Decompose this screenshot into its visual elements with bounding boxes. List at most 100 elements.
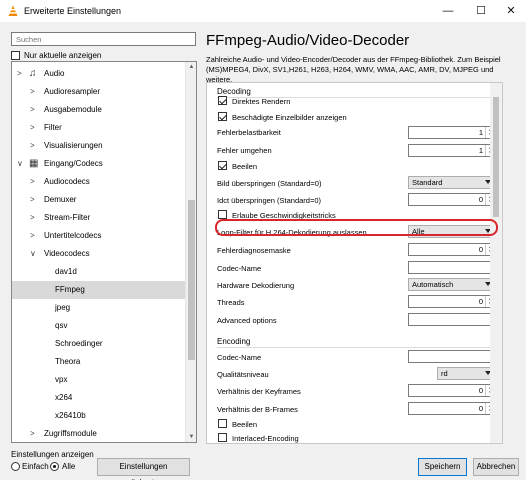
codec-name-label: Codec-Name [217,264,262,273]
encoding-group-title: Encoding [217,337,251,346]
group-divider [217,347,494,348]
save-button[interactable]: Speichern [418,458,467,476]
interlaced-checkbox[interactable] [218,433,227,442]
workaround-bugs-label: Fehler umgehen [217,146,272,155]
workaround-bugs-spinbox[interactable]: 1 ▲▼ [408,144,496,157]
show-corrupted-checkbox[interactable] [218,112,227,121]
tree-item-qsv[interactable]: qsv [12,317,186,335]
chevron-right-icon[interactable]: > [30,105,35,114]
codec-name-field[interactable] [408,261,496,274]
settings-scrollbar[interactable] [490,83,502,443]
tree-item-x26410b[interactable]: x26410b [12,407,186,425]
chevron-right-icon[interactable]: > [30,141,35,150]
category-tree[interactable]: > ♫ Audio > Audioresampler > Ausgabemodu… [11,61,197,443]
tree-item-label: FFmpeg [55,285,85,294]
chevron-down-icon[interactable]: ∨ [30,249,36,258]
tree-item-vpx[interactable]: vpx [12,371,186,389]
chevron-right-icon[interactable]: > [30,87,35,96]
tree-item-label: Filter [44,123,62,132]
enc-codec-name-field[interactable] [408,350,496,363]
tree-item-label: Theora [55,357,81,366]
dropdown-value: Standard [412,178,443,187]
skip-frame-dropdown[interactable]: Standard [408,176,496,189]
quality-dropdown[interactable]: rd [437,367,496,380]
tree-item-jpeg[interactable]: jpeg [12,299,186,317]
tree-item-label: vpx [55,375,68,384]
tree-item-visualisierungen[interactable]: > Visualisierungen [12,137,186,155]
allow-speed-tricks-checkbox[interactable] [218,210,227,219]
threads-spinbox[interactable]: 0 ▲▼ [408,295,496,308]
bframe-ratio-spinbox[interactable]: 0 ▲▼ [408,402,496,415]
tree-item-dav1d[interactable]: dav1d [12,263,186,281]
vlc-cone-icon [8,5,18,16]
tree-item-label: jpeg [55,303,71,312]
tree-item-demuxer[interactable]: > Demuxer [12,191,186,209]
radio-all-label: Alle [62,462,76,471]
spinbox-value: 0 [478,404,483,413]
tree-item-audio[interactable]: > ♫ Audio [12,65,186,83]
reset-settings-button[interactable]: Einstellungen zurücksetzen [97,458,190,480]
tree-item-label: Visualisierungen [44,141,103,150]
scrollbar-thumb[interactable] [493,97,499,217]
chevron-right-icon[interactable]: > [30,123,35,132]
tree-item-eingang-codecs[interactable]: ∨ ▦ Eingang/Codecs [12,155,186,173]
debug-mask-label: Fehlerdiagnosemaske [217,246,291,255]
chevron-down-icon[interactable]: ∨ [17,159,23,168]
chevron-right-icon[interactable]: > [30,195,35,204]
tree-item-label: Eingang/Codecs [44,159,103,168]
chevron-right-icon[interactable]: > [30,213,35,222]
hw-decoding-dropdown[interactable]: Automatisch [408,278,496,291]
scroll-down-arrow-icon[interactable]: ▼ [186,432,196,442]
tree-item-label: Zugriffsmodule [44,429,97,438]
minimize-button[interactable]: — [433,2,463,20]
enc-hurry-up-label: Beeilen [232,420,258,429]
settings-panel: Decoding Direktes Rendern Beschädigte Ei… [206,82,503,444]
only-current-label: Nur aktuelle anzeigen [24,51,102,60]
maximize-button[interactable]: ☐ [466,2,496,20]
tree-item-x264[interactable]: x264 [12,389,186,407]
scroll-up-arrow-icon[interactable]: ▲ [186,62,196,72]
chevron-right-icon[interactable]: > [30,429,35,438]
tree-item-stream-filter[interactable]: > Stream-Filter [12,209,186,227]
quality-label: Qualitätsniveau [217,370,269,379]
hurry-up-checkbox[interactable] [218,161,227,170]
tree-item-filter[interactable]: > Filter [12,119,186,137]
keyframe-ratio-label: Verhältnis der Keyframes [217,387,301,396]
direct-render-checkbox[interactable] [218,96,227,105]
tree-item-zugriffsmodule[interactable]: > Zugriffsmodule [12,425,186,442]
error-resilience-spinbox[interactable]: 1 ▲▼ [408,126,496,139]
tree-item-untertitelcodecs[interactable]: > Untertitelcodecs [12,227,186,245]
tree-item-label: Audio [44,69,65,78]
tree-item-audioresampler[interactable]: > Audioresampler [12,83,186,101]
tree-item-ausgabemodule[interactable]: > Ausgabemodule [12,101,186,119]
chevron-right-icon[interactable]: > [30,177,35,186]
skip-idct-spinbox[interactable]: 0 ▲▼ [408,193,496,206]
tree-item-videocodecs[interactable]: ∨ Videocodecs [12,245,186,263]
enc-hurry-up-checkbox[interactable] [218,419,227,428]
tree-item-ffmpeg[interactable]: FFmpeg [12,281,186,299]
keyframe-ratio-spinbox[interactable]: 0 ▲▼ [408,384,496,397]
radio-all[interactable] [50,462,59,471]
show-corrupted-label: Beschädigte Einzelbilder anzeigen [232,113,347,122]
decoding-group-title: Decoding [217,87,251,96]
tree-item-audiocodecs[interactable]: > Audiocodecs [12,173,186,191]
tree-item-schroedinger[interactable]: Schroedinger [12,335,186,353]
spinbox-value: 0 [478,245,483,254]
search-input[interactable] [11,32,196,46]
music-note-icon: ♫ [29,68,37,79]
codec-icon: ▦ [29,158,39,169]
radio-simple[interactable] [11,462,20,471]
cancel-button[interactable]: Abbrechen [473,458,519,476]
highlight-annotation [215,219,498,236]
show-settings-label: Einstellungen anzeigen [11,450,94,459]
tree-scrollbar[interactable]: ▲ ▼ [185,62,196,442]
chevron-right-icon[interactable]: > [30,231,35,240]
scrollbar-thumb[interactable] [188,200,195,360]
debug-mask-spinbox[interactable]: 0 ▲▼ [408,243,496,256]
close-button[interactable]: ✕ [496,2,526,20]
advanced-options-field[interactable] [408,313,496,326]
bframe-ratio-label: Verhältnis der B-Frames [217,405,298,414]
chevron-right-icon[interactable]: > [17,69,22,78]
only-current-checkbox[interactable] [11,51,20,60]
tree-item-theora[interactable]: Theora [12,353,186,371]
